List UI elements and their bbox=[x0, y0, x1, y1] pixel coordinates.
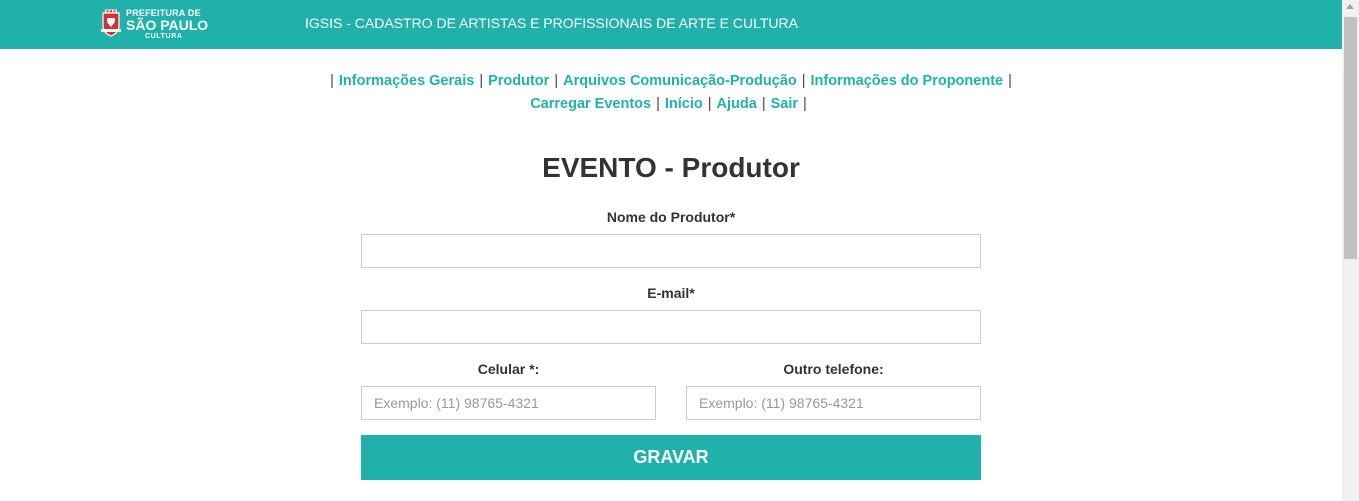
nav-row-2: Carregar Eventos | Início | Ajuda | Sair | bbox=[300, 93, 1042, 116]
nav-link-produtor[interactable]: Produtor bbox=[488, 73, 549, 89]
nav-link-arquivos-comunicacao-producao[interactable]: Arquivos Comunicação-Produção bbox=[563, 73, 797, 89]
nav-separator: | bbox=[656, 95, 660, 112]
nav-separator: | bbox=[801, 73, 806, 89]
scrollbar-thumb[interactable] bbox=[1344, 17, 1357, 259]
nav-link-sair[interactable]: Sair bbox=[771, 96, 798, 112]
outro-telefone-label: Outro telefone: bbox=[783, 361, 884, 377]
logo-line-sao-paulo: SÃO PAULO bbox=[126, 17, 209, 33]
nav-separator: | bbox=[803, 95, 807, 112]
nav-separator: | bbox=[479, 73, 484, 89]
nav-separator: | bbox=[330, 73, 334, 89]
page: PREFEITURA DE SÃO PAULO CULTURA IGSIS - … bbox=[0, 0, 1342, 501]
email-label: E-mail* bbox=[647, 285, 695, 301]
gravar-button[interactable]: GRAVAR bbox=[361, 435, 981, 480]
nav-link-carregar-eventos[interactable]: Carregar Eventos bbox=[530, 96, 651, 112]
nav-link-informacoes-gerais[interactable]: Informações Gerais bbox=[339, 73, 474, 89]
main-nav: | Informações Gerais | Produtor | Arquivos Co… bbox=[300, 70, 1042, 115]
nav-link-ajuda[interactable]: Ajuda bbox=[717, 96, 757, 112]
page-title: EVENTO - Produtor bbox=[542, 152, 800, 183]
nome-produtor-input[interactable] bbox=[361, 234, 981, 268]
city-crest-icon bbox=[101, 9, 121, 37]
vertical-scrollbar[interactable] bbox=[1342, 0, 1359, 501]
top-header-bar: PREFEITURA DE SÃO PAULO CULTURA IGSIS - … bbox=[0, 0, 1342, 49]
celular-input[interactable] bbox=[361, 386, 656, 420]
nav-row-1: | Informações Gerais | Produtor | Arquivos Co… bbox=[300, 70, 1042, 93]
nav-separator: | bbox=[554, 73, 559, 89]
nav-separator: | bbox=[707, 95, 712, 112]
logo-line-cultura: CULTURA bbox=[145, 33, 183, 40]
outro-telefone-input[interactable] bbox=[686, 386, 981, 420]
app-title: IGSIS - CADASTRO DE ARTISTAS E PROFISSIO… bbox=[305, 15, 798, 31]
nome-produtor-label: Nome do Produtor* bbox=[606, 209, 736, 225]
nav-separator: | bbox=[1008, 73, 1012, 89]
prefeitura-logo[interactable]: PREFEITURA DE SÃO PAULO CULTURA bbox=[100, 8, 210, 42]
nav-link-informacoes-do-proponente[interactable]: Informações do Proponente bbox=[811, 73, 1004, 89]
celular-label: Celular *: bbox=[477, 361, 540, 377]
scroll-up-arrow-icon[interactable] bbox=[1346, 4, 1354, 9]
email-input[interactable] bbox=[361, 310, 981, 344]
nav-link-inicio[interactable]: Início bbox=[665, 96, 703, 112]
nav-separator: | bbox=[761, 95, 766, 112]
